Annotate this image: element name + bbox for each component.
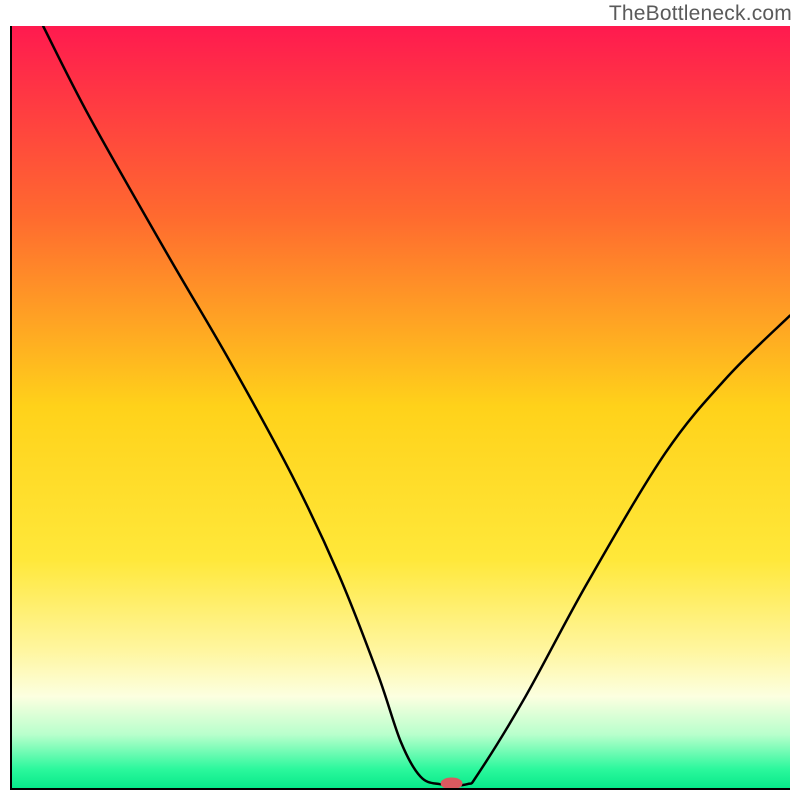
chart-svg <box>12 26 790 788</box>
plot-area <box>10 26 790 790</box>
watermark-text: TheBottleneck.com <box>609 2 792 26</box>
background-rect <box>12 26 790 788</box>
chart-frame: TheBottleneck.com <box>0 0 800 800</box>
